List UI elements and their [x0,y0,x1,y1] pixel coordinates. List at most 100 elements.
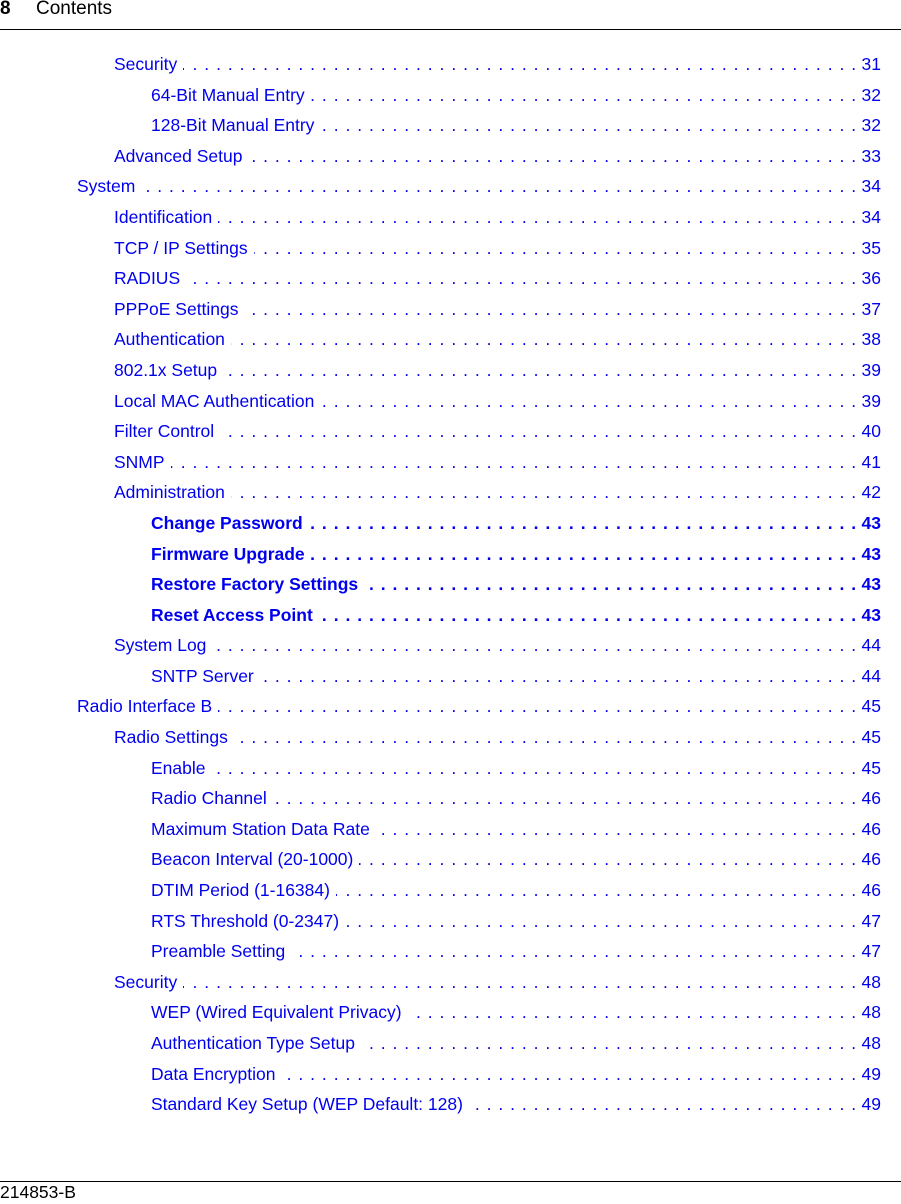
toc-entry-page-number[interactable]: 34 [861,171,881,202]
toc-entry-page-number[interactable]: 42 [861,477,881,508]
toc-entry-page-number[interactable]: 44 [861,660,881,692]
toc-entry-page-number[interactable]: 35 [861,232,881,264]
toc-entry-page-number[interactable]: 48 [861,966,881,998]
toc-entry[interactable]: ........................................… [0,752,901,784]
toc-entry-label[interactable]: Security [114,49,184,80]
toc-entry-label[interactable]: SNMP [114,446,171,478]
toc-entry-page-number[interactable]: 46 [861,813,881,845]
toc-entry[interactable]: ........................................… [0,354,901,386]
toc-entry-label[interactable]: Local MAC Authentication [114,385,321,417]
toc-entry-page-number[interactable]: 32 [861,110,881,141]
toc-entry-label[interactable]: 802.1x Setup [114,354,224,386]
toc-entry-label[interactable]: Radio Channel [151,783,273,814]
toc-entry[interactable]: ........................................… [0,875,901,906]
toc-entry-page-number[interactable]: 41 [861,446,881,478]
toc-entry[interactable]: ........................................… [0,783,901,814]
toc-entry[interactable]: ........................................… [0,569,901,600]
toc-entry[interactable]: ........................................… [0,110,901,141]
toc-entry-label[interactable]: Restore Factory Settings [151,569,365,600]
toc-entry-page-number[interactable]: 40 [861,416,881,447]
toc-entry-label[interactable]: Authentication [114,324,231,355]
toc-entry[interactable]: ........................................… [0,171,901,202]
toc-entry[interactable]: ........................................… [0,936,901,967]
toc-entry-page-number[interactable]: 38 [861,324,881,355]
toc-entry[interactable]: ........................................… [0,997,901,1028]
toc-entry-page-number[interactable]: 31 [861,49,881,80]
toc-entry-page-number[interactable]: 43 [861,538,881,570]
toc-entry-page-number[interactable]: 45 [861,722,881,753]
toc-entry-page-number[interactable]: 48 [861,1028,881,1059]
toc-entry-page-number[interactable]: 49 [861,1058,881,1090]
toc-entry-page-number[interactable]: 44 [861,630,881,661]
toc-entry-label[interactable]: Maximum Station Data Rate [151,813,376,845]
toc-entry-label[interactable]: Filter Control [114,416,221,447]
toc-entry-label[interactable]: Change Password [151,507,309,539]
toc-entry-page-number[interactable]: 43 [861,569,881,600]
toc-entry[interactable]: ........................................… [0,1028,901,1059]
toc-entry-label[interactable]: Data Encryption [151,1058,282,1090]
toc-entry-label[interactable]: RTS Threshold (0-2347) [151,905,346,937]
toc-entry[interactable]: ........................................… [0,813,901,845]
toc-entry-page-number[interactable]: 34 [861,201,881,233]
toc-entry-page-number[interactable]: 39 [861,354,881,386]
toc-entry[interactable]: ........................................… [0,477,901,508]
toc-entry-label[interactable]: Standard Key Setup (WEP Default: 128) [151,1089,469,1120]
toc-entry-label[interactable]: System [77,171,142,202]
toc-entry[interactable]: ........................................… [0,79,901,111]
toc-entry-page-number[interactable]: 49 [861,1089,881,1120]
toc-entry-page-number[interactable]: 43 [861,599,881,631]
toc-entry-page-number[interactable]: 36 [861,263,881,294]
toc-entry-label[interactable]: Identification [114,201,219,233]
toc-entry-label[interactable]: SNTP Server [151,660,260,692]
toc-entry-label[interactable]: Reset Access Point [151,599,319,631]
toc-entry[interactable]: ........................................… [0,507,901,539]
toc-entry-page-number[interactable]: 47 [861,905,881,937]
toc-entry-page-number[interactable]: 45 [861,752,881,784]
toc-entry[interactable]: ........................................… [0,844,901,876]
toc-entry-label[interactable]: Advanced Setup [114,140,249,172]
toc-entry[interactable]: ........................................… [0,416,901,447]
toc-entry-label[interactable]: Radio Settings [114,722,234,753]
toc-entry-page-number[interactable]: 46 [861,875,881,906]
toc-entry-label[interactable]: Beacon Interval (20-1000) [151,844,360,876]
toc-entry[interactable]: ........................................… [0,232,901,264]
toc-entry-page-number[interactable]: 43 [861,507,881,539]
toc-entry[interactable]: ........................................… [0,966,901,998]
toc-entry-page-number[interactable]: 48 [861,997,881,1028]
toc-entry[interactable]: ........................................… [0,1089,901,1120]
toc-entry[interactable]: ........................................… [0,660,901,692]
toc-entry[interactable]: ........................................… [0,538,901,570]
toc-entry-label[interactable]: Firmware Upgrade [151,538,311,570]
toc-entry-label[interactable]: DTIM Period (1-16384) [151,875,336,906]
toc-entry-page-number[interactable]: 47 [861,936,881,967]
toc-entry-label[interactable]: PPPoE Settings [114,293,245,325]
toc-entry-label[interactable]: Radio Interface B [77,691,219,723]
toc-entry-page-number[interactable]: 37 [861,293,881,325]
toc-entry-label[interactable]: Administration [114,477,231,508]
toc-entry-label[interactable]: TCP / IP Settings [114,232,254,264]
toc-entry[interactable]: ........................................… [0,905,901,937]
toc-entry-page-number[interactable]: 32 [861,79,881,111]
toc-entry[interactable]: ........................................… [0,1058,901,1090]
toc-entry-page-number[interactable]: 39 [861,385,881,417]
toc-entry-label[interactable]: RADIUS [114,263,187,294]
toc-entry-page-number[interactable]: 46 [861,844,881,876]
toc-entry[interactable]: ........................................… [0,324,901,355]
toc-entry-label[interactable]: Enable [151,752,212,784]
toc-entry[interactable]: ........................................… [0,293,901,325]
toc-entry-label[interactable]: 64-Bit Manual Entry [151,79,311,111]
toc-entry[interactable]: ........................................… [0,691,901,723]
toc-entry[interactable]: ........................................… [0,446,901,478]
toc-entry-label[interactable]: WEP (Wired Equivalent Privacy) [151,997,408,1028]
toc-entry[interactable]: ........................................… [0,599,901,631]
toc-entry[interactable]: ........................................… [0,630,901,661]
toc-entry-page-number[interactable]: 45 [861,691,881,723]
toc-entry[interactable]: ........................................… [0,49,901,80]
toc-entry-label[interactable]: System Log [114,630,213,661]
toc-entry[interactable]: ........................................… [0,263,901,294]
toc-entry-label[interactable]: 128-Bit Manual Entry [151,110,321,141]
toc-entry-label[interactable]: Security [114,966,184,998]
toc-entry[interactable]: ........................................… [0,385,901,417]
toc-entry[interactable]: ........................................… [0,140,901,172]
toc-entry[interactable]: ........................................… [0,201,901,233]
